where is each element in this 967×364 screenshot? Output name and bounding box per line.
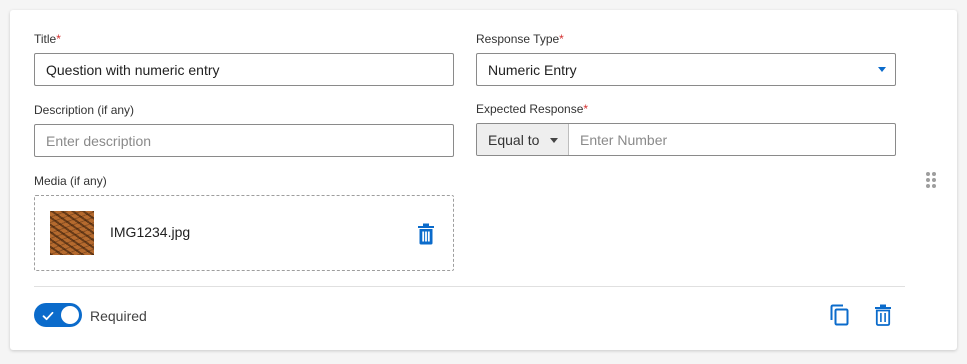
delete-question-icon[interactable] — [874, 304, 892, 331]
number-placeholder: Enter Number — [580, 131, 668, 148]
media-filename: IMG1234.jpg — [110, 224, 191, 240]
description-input[interactable]: Enter description — [34, 124, 454, 157]
expected-response-field: Equal to Enter Number — [476, 123, 896, 156]
operator-select[interactable]: Equal to — [477, 124, 569, 155]
check-icon — [42, 309, 54, 327]
toggle-knob — [61, 306, 79, 324]
title-label: Title* — [34, 32, 61, 46]
description-label: Description (if any) — [34, 103, 135, 117]
required-toggle[interactable] — [34, 303, 82, 327]
response-type-value: Numeric Entry — [488, 61, 577, 78]
title-input[interactable]: Question with numeric entry — [34, 53, 454, 86]
required-label: Required — [90, 308, 147, 324]
operator-value: Equal to — [488, 131, 540, 148]
dropdown-arrow-icon — [878, 67, 886, 72]
description-placeholder: Enter description — [46, 132, 152, 149]
copy-icon[interactable] — [830, 304, 850, 331]
media-label: Media (if any) — [34, 174, 107, 188]
media-dropzone[interactable]: IMG1234.jpg — [34, 195, 454, 271]
media-thumbnail — [50, 211, 94, 255]
trash-icon[interactable] — [416, 223, 436, 250]
footer-divider — [34, 286, 905, 287]
response-type-label: Response Type* — [476, 32, 564, 46]
title-input-value: Question with numeric entry — [46, 61, 220, 78]
expected-response-label: Expected Response* — [476, 102, 589, 116]
response-type-select[interactable]: Numeric Entry — [476, 53, 896, 86]
drag-handle-icon[interactable] — [925, 171, 937, 194]
chevron-down-icon — [550, 138, 558, 143]
number-input[interactable]: Enter Number — [569, 124, 895, 155]
question-card: Title* Question with numeric entry Respo… — [10, 10, 957, 350]
